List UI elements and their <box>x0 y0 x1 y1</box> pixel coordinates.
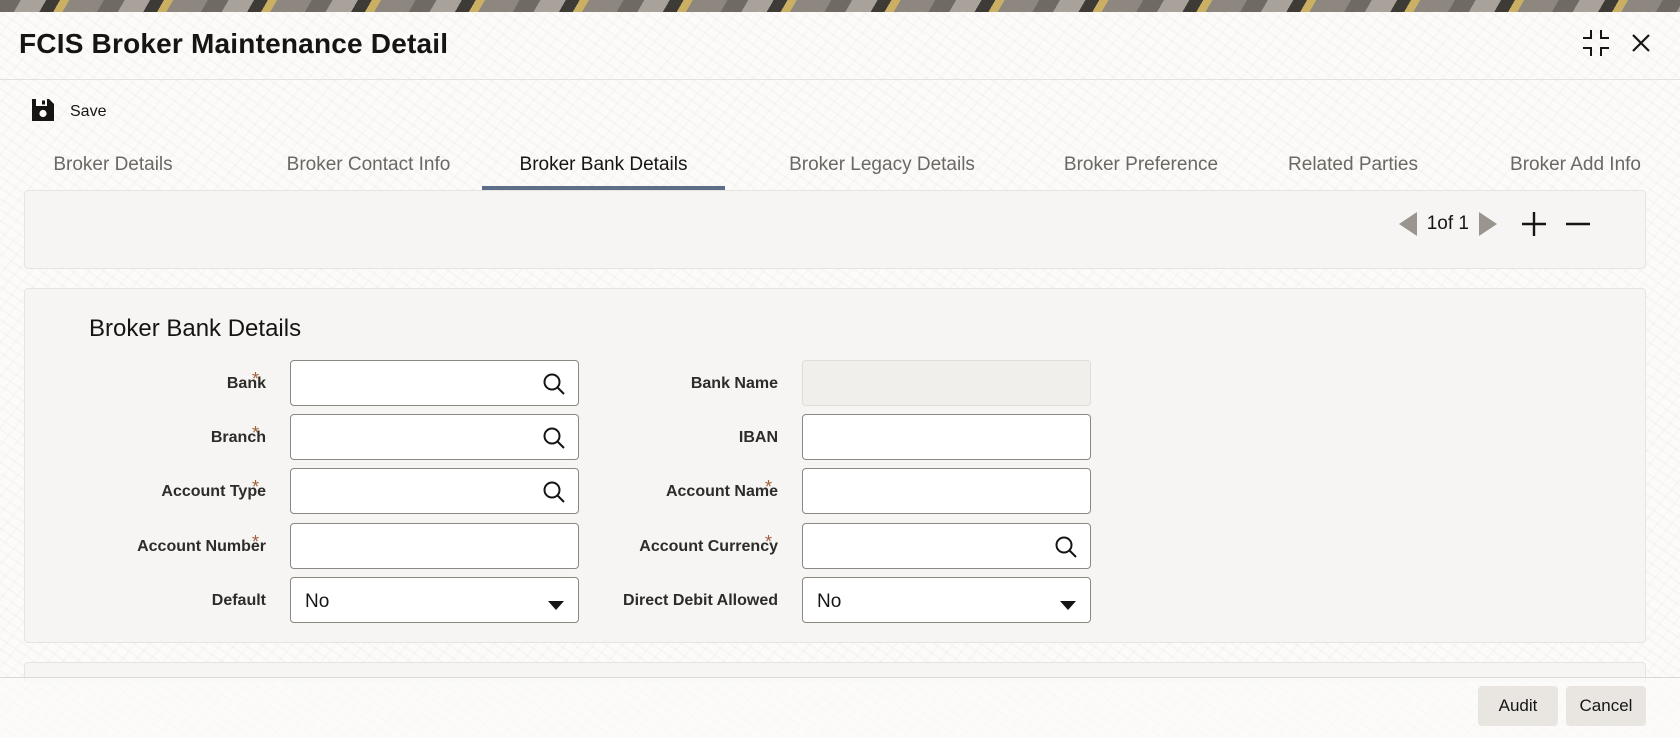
bank-input[interactable] <box>290 360 579 406</box>
record-count: 1of 1 <box>1426 213 1469 234</box>
account-name-label: Account Name <box>665 483 778 500</box>
direct-debit-allowed-label: Direct Debit Allowed <box>623 592 778 609</box>
account-number-input[interactable] <box>290 523 579 569</box>
account-number-label: Account Number <box>137 538 266 555</box>
next-record-icon[interactable] <box>1475 209 1501 239</box>
bank-name-field <box>802 360 1091 406</box>
maximize-icon[interactable] <box>1579 26 1613 60</box>
required-marker: * <box>252 369 260 389</box>
required-marker: * <box>252 477 260 497</box>
iban-label: IBAN <box>738 429 778 446</box>
tab-broker-contact-info[interactable]: Broker Contact Info <box>244 148 493 190</box>
tab-bar: Broker Details Broker Contact Info Broke… <box>26 148 1680 190</box>
search-icon[interactable] <box>542 480 566 504</box>
delete-row-icon[interactable] <box>1563 209 1593 239</box>
broker-bank-details-section: Broker Bank Details Bank * Branch * Acco… <box>24 288 1646 643</box>
tab-broker-add-info[interactable]: Broker Add Info <box>1488 148 1663 190</box>
account-type-label: Account Type <box>161 483 266 500</box>
section-title: Broker Bank Details <box>89 315 302 342</box>
chevron-down-icon <box>1060 597 1076 610</box>
required-marker: * <box>252 532 260 552</box>
search-icon[interactable] <box>542 372 566 396</box>
search-icon[interactable] <box>542 426 566 450</box>
tab-broker-bank-details[interactable]: Broker Bank Details <box>482 148 725 190</box>
tab-broker-legacy-details[interactable]: Broker Legacy Details <box>749 148 1015 190</box>
record-pager: 1of 1 <box>1395 207 1593 241</box>
title-bar: FCIS Broker Maintenance Detail <box>0 12 1680 80</box>
record-navigation-panel: 1of 1 <box>24 190 1646 269</box>
required-marker: * <box>252 423 260 443</box>
default-select[interactable]: No <box>290 577 579 623</box>
iban-input[interactable] <box>802 414 1091 460</box>
required-marker: * <box>765 532 773 552</box>
required-marker: * <box>765 477 773 497</box>
bank-label: Bank <box>226 375 266 392</box>
default-label: Default <box>211 592 266 609</box>
account-name-input[interactable] <box>802 468 1091 514</box>
add-row-icon[interactable] <box>1519 209 1549 239</box>
account-currency-input[interactable] <box>802 523 1091 569</box>
tab-broker-preference[interactable]: Broker Preference <box>1030 148 1252 190</box>
header-banner <box>0 0 1680 12</box>
footer-bar: Audit Cancel <box>0 677 1680 738</box>
save-label: Save <box>70 103 107 120</box>
bank-name-label: Bank Name <box>690 375 778 392</box>
audit-button[interactable]: Audit <box>1478 686 1558 726</box>
save-button[interactable]: Save <box>30 98 106 126</box>
close-icon[interactable] <box>1624 26 1658 60</box>
save-icon <box>30 97 56 128</box>
account-type-input[interactable] <box>290 468 579 514</box>
search-icon[interactable] <box>1054 535 1078 559</box>
previous-record-icon[interactable] <box>1395 209 1421 239</box>
tab-broker-details[interactable]: Broker Details <box>26 148 200 190</box>
tab-related-parties[interactable]: Related Parties <box>1257 148 1449 190</box>
account-currency-label: Account Currency <box>639 538 778 555</box>
direct-debit-allowed-select[interactable]: No <box>802 577 1091 623</box>
branch-input[interactable] <box>290 414 579 460</box>
chevron-down-icon <box>548 597 564 610</box>
page-title: FCIS Broker Maintenance Detail <box>19 28 449 59</box>
cancel-button[interactable]: Cancel <box>1566 686 1646 726</box>
